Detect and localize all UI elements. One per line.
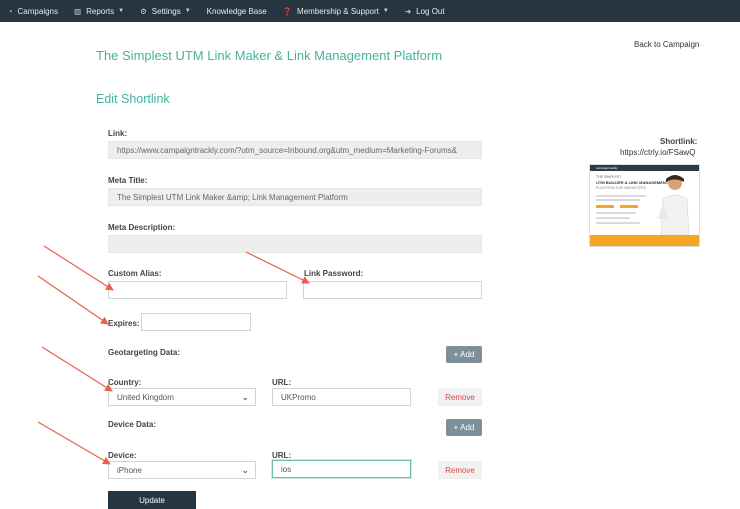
annotation-arrows xyxy=(37,245,310,465)
arrow-to-expires xyxy=(37,275,109,325)
arrow-to-country xyxy=(41,346,113,392)
arrow-to-link-password xyxy=(245,251,310,284)
arrow-to-custom-alias xyxy=(43,245,114,291)
arrow-to-device xyxy=(37,421,111,465)
